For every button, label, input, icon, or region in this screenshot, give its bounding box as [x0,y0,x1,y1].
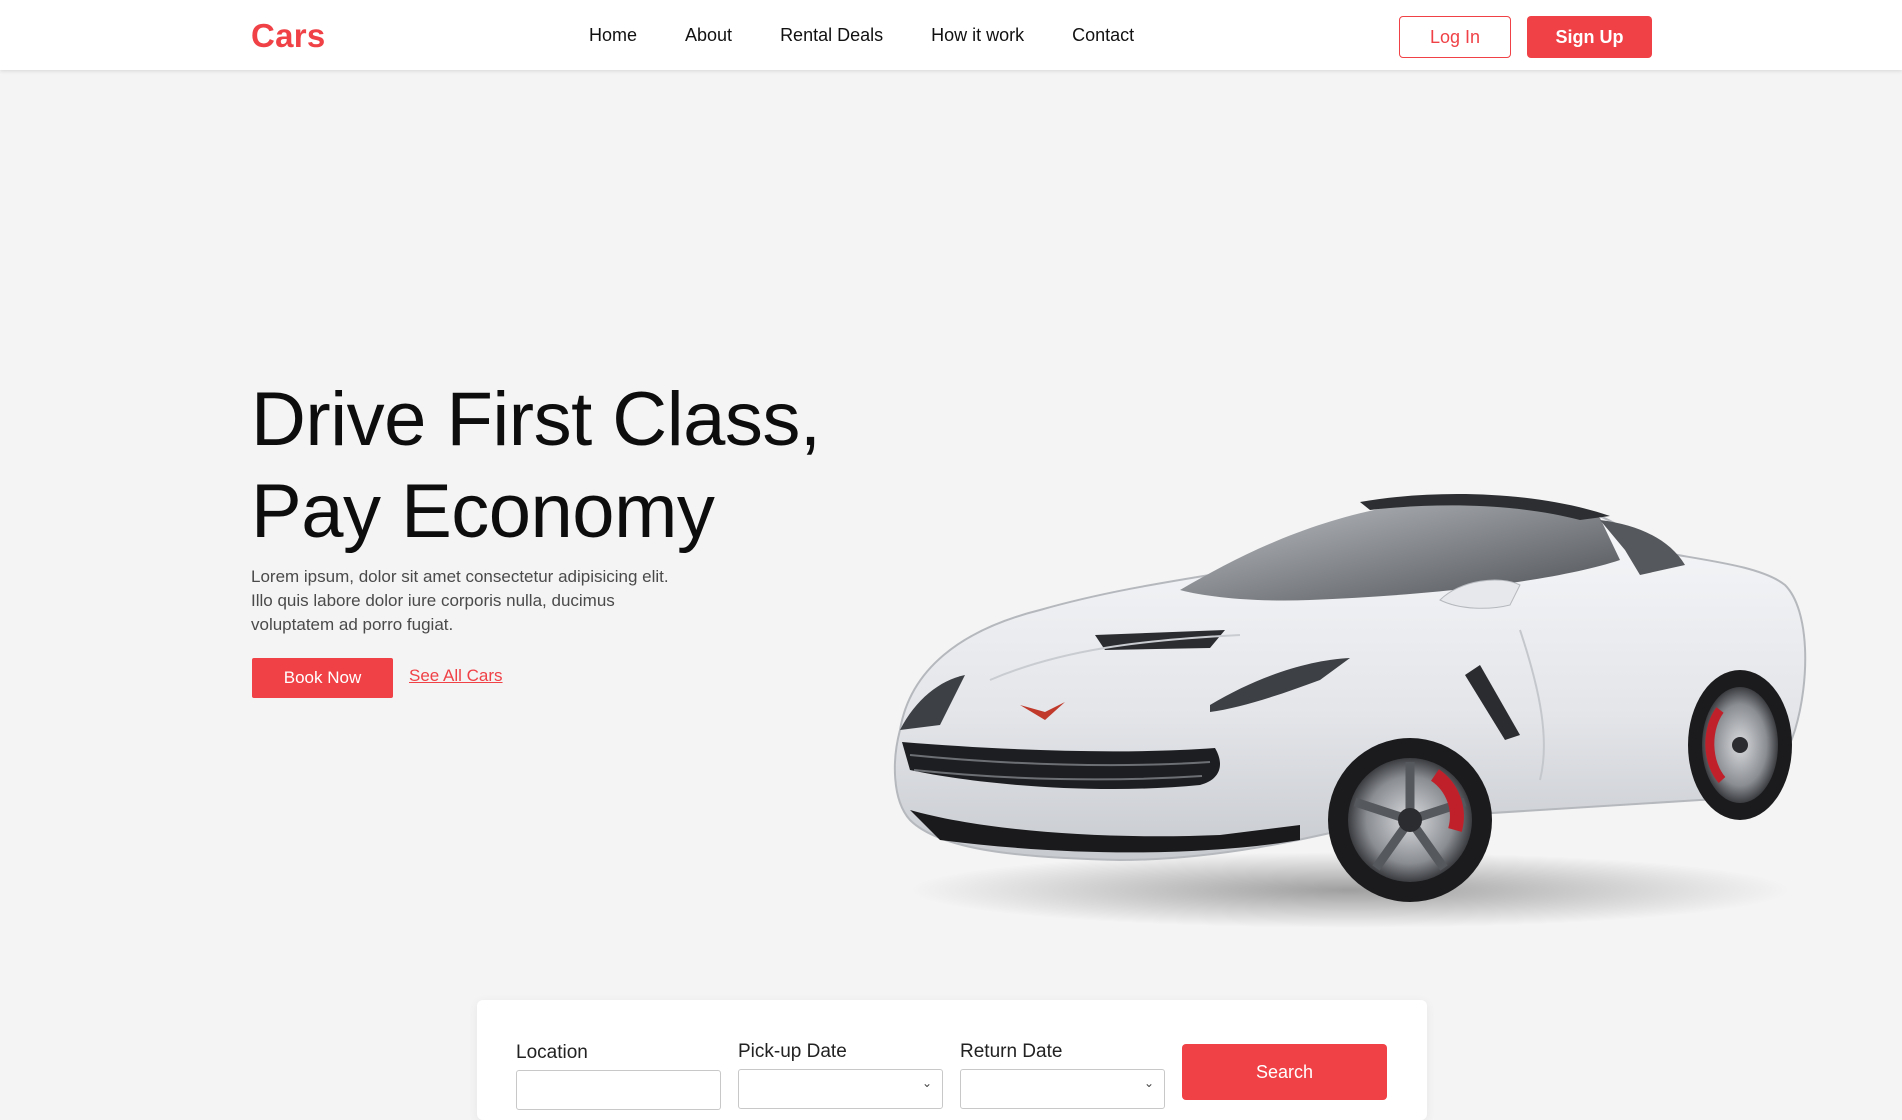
nav-link-home[interactable]: Home [589,25,637,46]
hero-description: Lorem ipsum, dolor sit amet consectetur … [251,567,669,634]
signup-button[interactable]: Sign Up [1527,16,1652,58]
nav-link-contact[interactable]: Contact [1072,25,1134,46]
nav-link-about[interactable]: About [685,25,732,46]
location-label: Location [516,1042,588,1063]
sports-car-image [880,480,1830,940]
chevron-down-icon: ⌄ [1143,1076,1154,1090]
pickup-date-label: Pick-up Date [738,1041,847,1062]
nav-link-how-it-work[interactable]: How it work [931,25,1024,46]
pickup-date-input[interactable]: ⌄ [738,1069,943,1109]
book-now-button[interactable]: Book Now [252,658,393,698]
hero-title: Drive First Class, Pay Economy [251,374,821,558]
chevron-down-icon: ⌄ [921,1076,932,1090]
return-date-input[interactable]: ⌄ [960,1069,1165,1109]
nav-links: Home About Rental Deals How it work Cont… [589,25,1134,46]
return-date-label: Return Date [960,1041,1063,1062]
location-input[interactable] [516,1070,721,1110]
search-card: Location Pick-up Date ⌄ Return Date ⌄ Se… [477,1000,1427,1120]
hero-title-line1: Drive First Class, [251,377,821,462]
sports-car-illustration [893,493,1807,928]
nav-link-rental-deals[interactable]: Rental Deals [780,25,883,46]
see-all-cars-link[interactable]: See All Cars [409,666,503,686]
search-button[interactable]: Search [1182,1044,1387,1100]
brand-logo[interactable]: Cars [251,17,326,55]
hero-title-line2: Pay Economy [251,469,715,554]
login-button[interactable]: Log In [1399,16,1511,58]
navbar: Cars Home About Rental Deals How it work… [0,0,1902,70]
